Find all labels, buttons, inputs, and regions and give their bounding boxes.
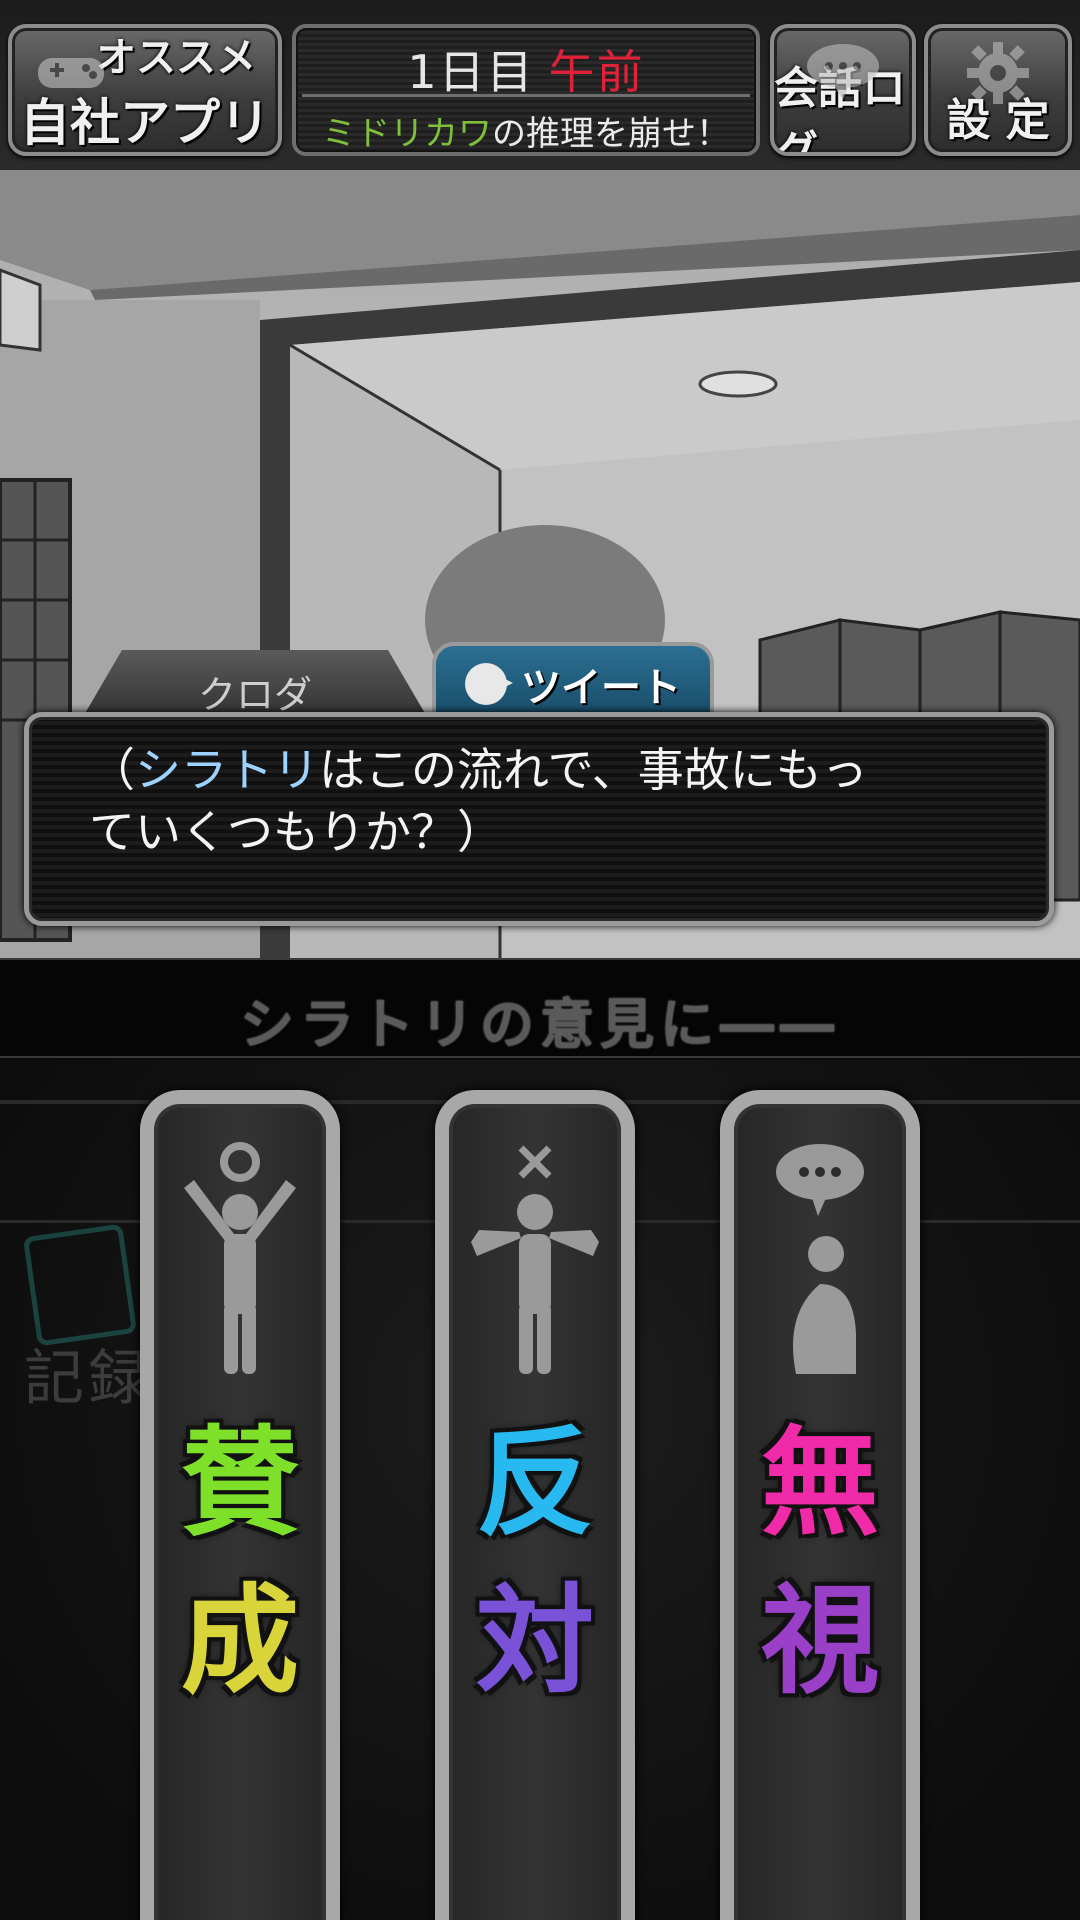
gamepad-icon — [38, 58, 104, 88]
choice-oppose-button[interactable]: 反 対 — [435, 1090, 635, 1920]
choice-ignore-button[interactable]: 無 視 — [720, 1090, 920, 1920]
conversation-log-button[interactable]: 会話ログ — [770, 24, 916, 156]
choice-agree-char-1: 賛 — [180, 1414, 299, 1552]
tweet-label: ツイート — [521, 665, 681, 711]
choice-ignore-char-1: 無 — [760, 1414, 879, 1552]
tweet-button[interactable]: ツイート — [432, 642, 714, 722]
phase-label: 午前 — [548, 45, 645, 99]
dialog-line-1: （シラトリはこの流れで、事故にもっ — [89, 739, 989, 801]
choice-prompt: シラトリの意見に―― — [240, 993, 840, 1056]
objective-text: の推理を崩せ！ — [492, 114, 730, 154]
record-label: 記録 — [24, 1344, 152, 1414]
speaker-name: クロダ — [197, 673, 312, 717]
day-info-panel: 1日目 午前 ミドリカワの推理を崩せ！ — [292, 24, 760, 156]
sitting-speech-icon — [776, 1144, 864, 1374]
arms-up-circle-icon — [184, 1142, 296, 1374]
choice-oppose-char-1: 反 — [475, 1414, 594, 1552]
choice-oppose-char-2: 対 — [475, 1572, 594, 1710]
choice-agree-char-2: 成 — [180, 1572, 299, 1710]
dialog-line-2: ていくつもりか？） — [89, 805, 503, 859]
day-phase-line: 1日目 午前 — [296, 36, 756, 102]
dialog-box[interactable]: （シラトリはこの流れで、事故にもっ ていくつもりか？） — [24, 712, 1054, 926]
record-book-icon — [22, 1223, 138, 1347]
dialog-text: （シラトリはこの流れで、事故にもっ ていくつもりか？） — [89, 739, 989, 863]
objective-target-name: ミドリカワ — [322, 114, 492, 154]
dialog-paren: （ — [89, 743, 135, 797]
own-apps-label: 自社アプリ — [20, 94, 270, 152]
info-divider — [302, 94, 750, 97]
recommended-apps-button[interactable]: オススメ 自社アプリ — [8, 24, 282, 156]
day-label: 1日目 — [407, 45, 535, 99]
dialog-line-1-rest: はこの流れで、事故にもっ — [319, 743, 868, 797]
gear-icon — [967, 42, 1029, 104]
shrug-cross-icon — [471, 1145, 599, 1374]
dialog-highlight-name: シラトリ — [135, 743, 319, 797]
recommended-label: オススメ — [96, 35, 256, 81]
choice-prompt-bar: シラトリの意見に―― — [0, 958, 1080, 1058]
choice-ignore-char-2: 視 — [760, 1572, 879, 1710]
choice-agree-button[interactable]: 賛 成 — [140, 1090, 340, 1920]
settings-button[interactable]: 設 定 — [924, 24, 1072, 156]
bird-icon — [465, 663, 513, 705]
objective-line: ミドリカワの推理を崩せ！ — [296, 106, 756, 155]
top-bar: オススメ 自社アプリ 1日目 午前 ミドリカワの推理を崩せ！ 会話ログ 設 定 — [0, 0, 1080, 170]
speech-bubble-icon — [807, 44, 879, 100]
